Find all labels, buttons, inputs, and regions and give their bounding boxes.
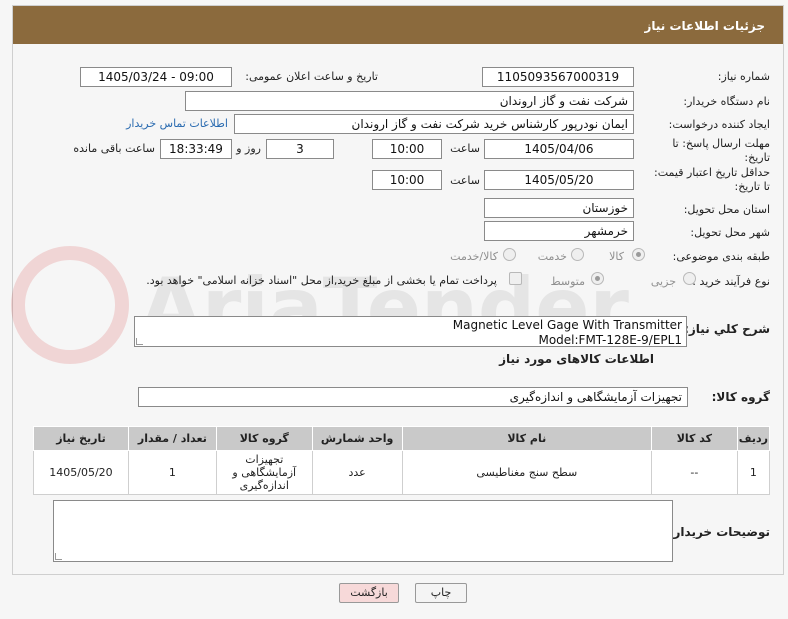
resize-grip-icon[interactable] — [136, 338, 143, 345]
city-label: شهر محل تحویل: — [690, 226, 770, 239]
remaining-time-field: 18:33:49 — [160, 139, 232, 159]
treasury-payment-checkbox[interactable] — [509, 272, 522, 285]
panel-title: جزئیات اطلاعات نیاز — [644, 19, 765, 33]
col-item-name: نام کالا — [401, 426, 652, 451]
province-label: استان محل تحویل: — [683, 203, 770, 216]
cell-unit: عدد — [311, 450, 403, 495]
treasury-payment-note: پرداخت تمام یا بخشی از مبلغ خرید,از محل … — [146, 274, 497, 287]
buyer-org-label: نام دستگاه خریدار: — [683, 95, 770, 108]
process-option-minor: جزیی — [650, 275, 676, 288]
deadline-time-field: 10:00 — [372, 139, 442, 159]
need-number-label: شماره نیاز: — [717, 70, 770, 83]
need-number-field: 1105093567000319 — [482, 67, 634, 87]
goods-info-title: اطلاعات کالاهای مورد نیاز — [499, 352, 654, 366]
process-radio-minor[interactable] — [683, 272, 696, 285]
process-option-medium: متوسط — [550, 275, 585, 288]
table-row: 1 -- سطح سنج مغناطیسی عدد تجهیزات آزمایش… — [33, 450, 771, 495]
cell-row-number: 1 — [736, 450, 771, 495]
validity-time-label: ساعت — [450, 174, 480, 187]
category-label: طبقه بندی موضوعی: — [672, 250, 770, 263]
cell-item-name: سطح سنج مغناطیسی — [401, 450, 652, 495]
table-header-row: ردیف کد کالا نام کالا واحد شمارش گروه کا… — [33, 426, 771, 451]
col-need-date: تاریخ نیاز — [33, 426, 129, 451]
deadline-label-2: تاریخ: — [744, 151, 770, 164]
description-textarea[interactable]: Magnetic Level Gage With Transmitter Mod… — [134, 316, 687, 347]
description-line-1: Magnetic Level Gage With Transmitter — [452, 318, 682, 332]
col-item-code: کد کالا — [650, 426, 738, 451]
col-item-group: گروه کالا — [215, 426, 313, 451]
cell-item-code: -- — [650, 450, 738, 495]
category-option-service: خدمت — [537, 250, 567, 263]
validity-date-field: 1405/05/20 — [484, 170, 634, 190]
category-option-goods-service: کالا/خدمت — [450, 250, 498, 263]
col-unit: واحد شمارش — [311, 426, 403, 451]
buyer-contact-link[interactable]: اطلاعات تماس خریدار — [126, 117, 228, 130]
validity-label-2: تا تاریخ: — [734, 180, 770, 193]
remaining-label: ساعت باقی مانده — [73, 142, 155, 155]
description-line-2: Model:FMT-128E-9/EPL1 — [538, 333, 682, 347]
buyer-org-field: شرکت نفت و گاز اروندان — [185, 91, 634, 111]
category-radio-goods-service[interactable] — [503, 248, 516, 261]
goods-group-label: گروه کالا: — [711, 390, 770, 404]
category-radio-goods[interactable] — [632, 248, 645, 261]
buyer-notes-textarea[interactable] — [53, 500, 673, 562]
cell-item-group: تجهیزات آزمایشگاهی و اندازه‌گیری — [215, 450, 313, 495]
deadline-label-1: مهلت ارسال پاسخ: تا — [672, 137, 770, 150]
cell-need-date: 1405/05/20 — [33, 450, 129, 495]
deadline-time-label: ساعت — [450, 142, 480, 155]
category-option-goods: کالا — [609, 250, 624, 263]
city-field: خرمشهر — [484, 221, 634, 241]
creator-label: ایجاد کننده درخواست: — [668, 118, 770, 131]
back-button[interactable]: بازگشت — [339, 583, 399, 603]
days-label: روز و — [236, 142, 261, 155]
announce-label: تاریخ و ساعت اعلان عمومی: — [245, 70, 378, 83]
validity-time-field: 10:00 — [372, 170, 442, 190]
panel-header: جزئیات اطلاعات نیاز — [13, 6, 783, 44]
goods-group-field: تجهیزات آزمایشگاهی و اندازه‌گیری — [138, 387, 688, 407]
process-radio-medium[interactable] — [591, 272, 604, 285]
col-quantity: تعداد / مقدار — [127, 426, 217, 451]
resize-grip-icon[interactable] — [55, 553, 62, 560]
creator-field: ایمان نودرپور کارشناس خرید شرکت نفت و گا… — [234, 114, 634, 134]
process-label: نوع فرآیند خرید : — [692, 275, 770, 288]
category-radio-service[interactable] — [571, 248, 584, 261]
province-field: خوزستان — [484, 198, 634, 218]
deadline-date-field: 1405/04/06 — [484, 139, 634, 159]
description-label: شرح کلي نياز: — [684, 322, 770, 336]
print-button[interactable]: چاپ — [415, 583, 467, 603]
cell-quantity: 1 — [127, 450, 217, 495]
buyer-notes-label: توضیحات خریدار: — [668, 525, 770, 539]
validity-label-1: حداقل تاریخ اعتبار قیمت: — [654, 166, 770, 179]
announce-field: 1405/03/24 - 09:00 — [80, 67, 232, 87]
col-row-number: ردیف — [736, 426, 771, 451]
days-field: 3 — [266, 139, 334, 159]
items-table: ردیف کد کالا نام کالا واحد شمارش گروه کا… — [33, 426, 771, 495]
